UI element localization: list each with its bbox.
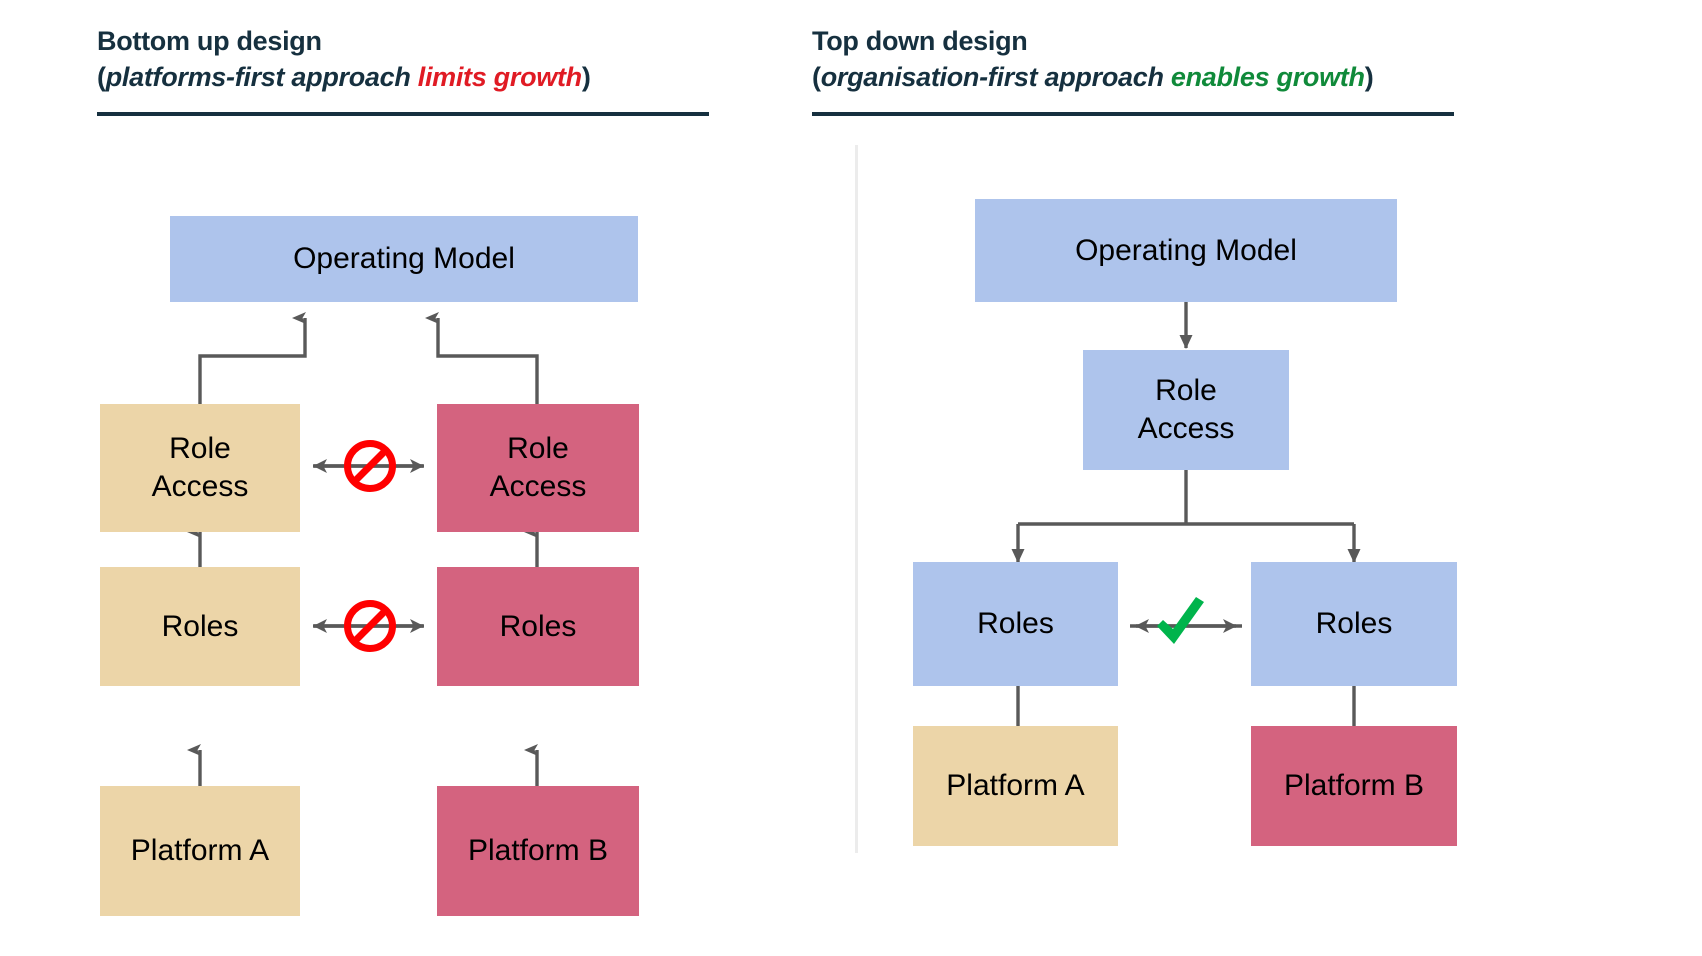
node-roles-platform-a[interactable]: Roles: [100, 567, 300, 686]
top-down-heading: Top down design (organisation-first appr…: [812, 24, 1374, 96]
node-role-access-platform-a[interactable]: Role Access: [100, 404, 300, 532]
bottom-up-heading: Bottom up design (platforms-first approa…: [97, 24, 591, 96]
paren-close: ): [581, 62, 591, 92]
node-operating-model-top-down[interactable]: Operating Model: [975, 199, 1397, 302]
diagram-canvas: Bottom up design (platforms-first approa…: [0, 0, 1702, 956]
node-roles-platform-b-top-down[interactable]: Roles: [1251, 562, 1457, 686]
panel-divider: [855, 145, 858, 853]
top-down-title: Top down design: [812, 26, 1028, 56]
bottom-up-connectors: [187, 312, 539, 786]
top-down-subtitle: (organisation-first approach enables gro…: [812, 58, 1374, 96]
top-down-heading-rule: [812, 112, 1454, 116]
node-role-access-top-down[interactable]: Role Access: [1083, 350, 1289, 470]
paren-close: ): [1364, 62, 1374, 92]
node-operating-model-bottom-up[interactable]: Operating Model: [170, 216, 638, 302]
subtitle-accent: limits growth: [417, 62, 582, 92]
node-roles-platform-b[interactable]: Roles: [437, 567, 639, 686]
paren-open: (: [812, 62, 821, 92]
subtitle-plain: platforms-first approach: [105, 62, 418, 92]
subtitle-accent: enables growth: [1170, 62, 1365, 92]
bottom-up-title: Bottom up design: [97, 26, 322, 56]
bottom-up-subtitle: (platforms-first approach limits growth): [97, 58, 591, 96]
prohibited-icon: [344, 600, 396, 652]
node-platform-a-bottom-up[interactable]: Platform A: [100, 786, 300, 916]
check-icon: [1157, 597, 1204, 644]
node-platform-b-top-down[interactable]: Platform B: [1251, 726, 1457, 846]
bottom-up-heading-rule: [97, 112, 709, 116]
node-platform-a-top-down[interactable]: Platform A: [913, 726, 1118, 846]
subtitle-plain: organisation-first approach: [820, 62, 1171, 92]
node-role-access-platform-b[interactable]: Role Access: [437, 404, 639, 532]
node-platform-b-bottom-up[interactable]: Platform B: [437, 786, 639, 916]
paren-open: (: [97, 62, 106, 92]
node-roles-platform-a-top-down[interactable]: Roles: [913, 562, 1118, 686]
prohibited-icon: [344, 440, 396, 492]
